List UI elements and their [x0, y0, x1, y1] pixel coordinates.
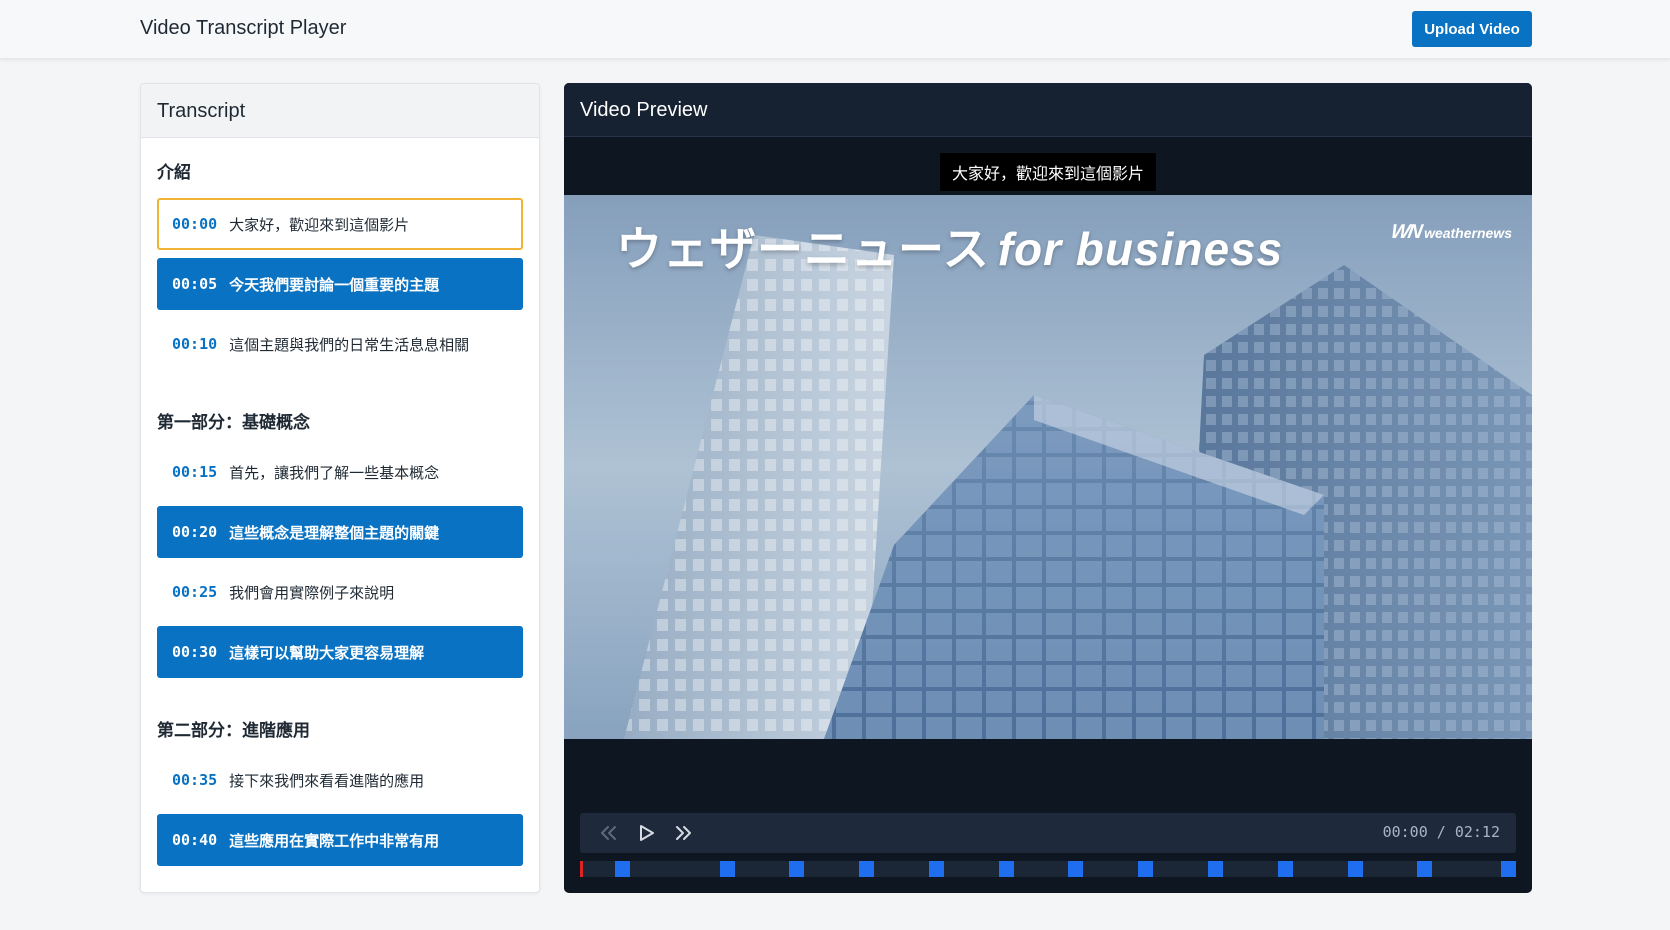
transcript-text: 這些應用在實際工作中非常有用: [229, 832, 440, 850]
transcript-text: 我們會用實際例子來說明: [229, 584, 395, 602]
brand-logo: WN weathernews: [1388, 221, 1512, 244]
upload-video-button[interactable]: Upload Video: [1412, 11, 1532, 47]
skip-back-icon[interactable]: [596, 821, 622, 845]
transcript-panel: Transcript 介紹 00:00 大家好，歡迎來到這個影片 00:05 今天我們要…: [140, 83, 540, 893]
video-header: Video Preview: [564, 83, 1532, 137]
transcript-text: 這些概念是理解整個主題的關鍵: [229, 524, 440, 542]
transcript-timestamp: 00:15: [172, 463, 218, 481]
video-frame-title: ウェザーニュース for business: [616, 213, 1283, 279]
video-frame[interactable]: ウェザーニュース for business WN weathernews: [564, 195, 1532, 739]
play-icon[interactable]: [634, 821, 660, 845]
brand-name: weathernews: [1424, 224, 1512, 241]
transcript-section-title: 介紹: [157, 163, 191, 182]
transcript-text: 大家好，歡迎來到這個影片: [229, 216, 410, 234]
top-bar: Video Transcript Player Upload Video: [0, 0, 1670, 59]
transcript-text: 這樣可以幫助大家更容易理解: [229, 644, 425, 662]
app-title: Video Transcript Player: [140, 17, 347, 39]
transcript-text: 接下來我們來看看進階的應用: [229, 772, 425, 790]
player-controls: 00:00 / 02:12: [580, 813, 1516, 853]
progress-marker[interactable]: [1208, 861, 1223, 877]
transcript-text: 這個主題與我們的日常生活息息相關: [229, 336, 470, 354]
transcript-line[interactable]: 00:20 這些概念是理解整個主題的關鍵: [157, 506, 523, 558]
progress-bar[interactable]: [580, 861, 1516, 877]
transcript-list[interactable]: 介紹 00:00 大家好，歡迎來到這個影片 00:05 今天我們要討論一個重要的主題 00…: [141, 138, 539, 892]
transcript-line[interactable]: 00:15 首先，讓我們了解一些基本概念: [157, 446, 523, 498]
transcript-timestamp: 00:25: [172, 583, 218, 601]
skip-forward-icon[interactable]: [672, 821, 698, 845]
transcript-text: 今天我們要討論一個重要的主題: [229, 276, 440, 294]
transcript-line[interactable]: 00:00 大家好，歡迎來到這個影片: [157, 198, 523, 250]
transcript-text: 首先，讓我們了解一些基本概念: [229, 464, 440, 482]
progress-marker[interactable]: [999, 861, 1014, 877]
progress-marker[interactable]: [1068, 861, 1083, 877]
transcript-timestamp: 00:30: [172, 643, 218, 661]
time-display: 00:00 / 02:12: [1382, 823, 1500, 841]
transcript-line[interactable]: 00:10 這個主題與我們的日常生活息息相關: [157, 318, 523, 370]
brand-mark: WN: [1388, 221, 1423, 243]
transcript-section-title: 第一部分：基礎概念: [157, 413, 310, 432]
progress-marker[interactable]: [859, 861, 874, 877]
transcript-timestamp: 00:00: [172, 215, 218, 233]
progress-marker[interactable]: [1138, 861, 1153, 877]
progress-played: [580, 861, 583, 877]
transcript-line[interactable]: 00:35 接下來我們來看看進階的應用: [157, 754, 523, 806]
progress-marker[interactable]: [1417, 861, 1432, 877]
progress-marker[interactable]: [929, 861, 944, 877]
transcript-section-title: 第二部分：進階應用: [157, 721, 310, 740]
transcript-header: Transcript: [141, 84, 539, 138]
transcript-line[interactable]: 00:40 這些應用在實際工作中非常有用: [157, 814, 523, 866]
transcript-timestamp: 00:35: [172, 771, 218, 789]
transcript-line[interactable]: 00:05 今天我們要討論一個重要的主題: [157, 258, 523, 310]
transcript-timestamp: 00:20: [172, 523, 218, 541]
progress-marker[interactable]: [1501, 861, 1516, 877]
progress-marker[interactable]: [1278, 861, 1293, 877]
frame-title-jp: ウェザーニュース: [616, 223, 990, 275]
transcript-line[interactable]: 00:30 這樣可以幫助大家更容易理解: [157, 626, 523, 678]
progress-marker[interactable]: [1348, 861, 1363, 877]
subtitle-caption: 大家好，歡迎來到這個影片: [939, 153, 1157, 191]
progress-marker[interactable]: [720, 861, 735, 877]
video-panel: Video Preview 大家好，歡迎來到這個影片 ウェザーニュース for …: [564, 83, 1532, 893]
transcript-timestamp: 00:05: [172, 275, 218, 293]
frame-title-en: for business: [997, 223, 1284, 275]
transcript-timestamp: 00:10: [172, 335, 218, 353]
transcript-timestamp: 00:40: [172, 831, 218, 849]
progress-marker[interactable]: [615, 861, 630, 877]
progress-marker[interactable]: [789, 861, 804, 877]
transcript-line[interactable]: 00:25 我們會用實際例子來說明: [157, 566, 523, 618]
